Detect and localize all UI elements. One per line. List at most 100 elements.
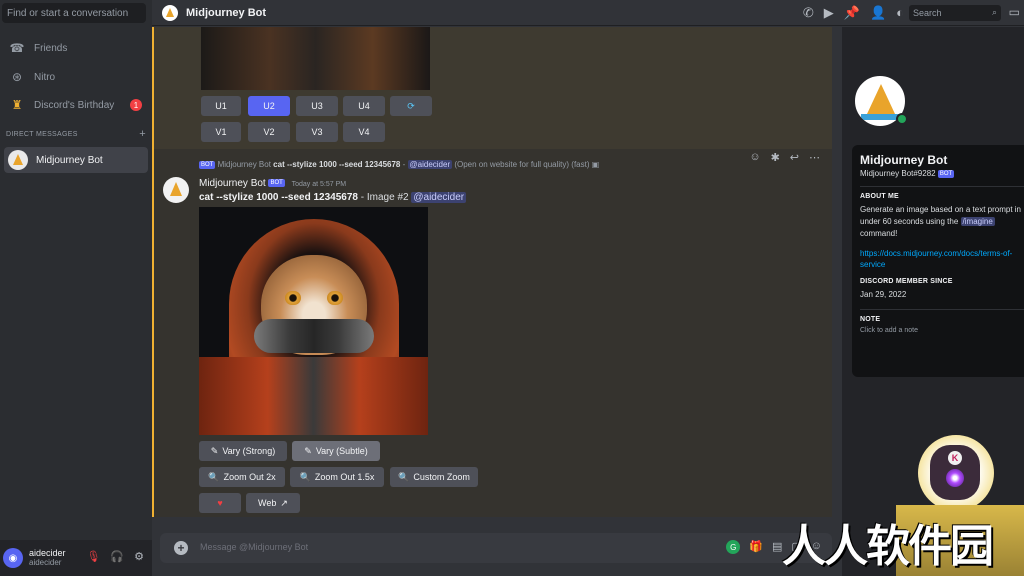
add-friend-icon[interactable]: 👤 bbox=[870, 5, 886, 21]
previous-message: U1 U2 U3 U4 ⟳ V1 V2 V3 V4 bbox=[152, 27, 832, 149]
variation-button-v4[interactable]: V4 bbox=[343, 122, 385, 142]
dm-header-label: DIRECT MESSAGES bbox=[6, 131, 78, 138]
user-panel: ◉ aidecider aidecider 🎙 🎧 ⚙ bbox=[0, 540, 152, 576]
find-conversation-input[interactable]: Find or start a conversation bbox=[2, 3, 146, 23]
reroll-icon[interactable]: ⟳ bbox=[390, 96, 432, 116]
sidebar-item-label: Nitro bbox=[34, 71, 56, 83]
variation-button-v1[interactable]: V1 bbox=[201, 122, 241, 142]
discord-app: Find or start a conversation ☎ Friends ⊛… bbox=[0, 0, 1024, 576]
sidebar-item-nitro[interactable]: ⊛ Nitro bbox=[4, 64, 148, 90]
button-label: Vary (Subtle) bbox=[315, 446, 368, 456]
robot-letter: K bbox=[948, 451, 962, 465]
friends-icon: ☎ bbox=[9, 41, 25, 55]
message-author[interactable]: Midjourney Bot bbox=[199, 178, 266, 189]
avatar bbox=[162, 4, 178, 21]
notification-badge: 1 bbox=[130, 99, 142, 111]
message-list[interactable]: U1 U2 U3 U4 ⟳ V1 V2 V3 V4 ☺ ✱ ↩ ⋯ BOT Mi… bbox=[152, 27, 832, 517]
about-me-text: Generate an image based on a text prompt… bbox=[860, 204, 1024, 240]
settings-gear-icon[interactable]: ⚙ bbox=[134, 550, 144, 563]
about-text-line: command! bbox=[860, 229, 898, 238]
profile-card: Midjourney Bot Midjourney Bot#9282 BOT A… bbox=[852, 145, 1024, 377]
reply-dash: - bbox=[402, 160, 406, 169]
birthday-icon: ♜ bbox=[11, 98, 23, 112]
search-input[interactable]: Search ⌕ bbox=[909, 5, 1001, 21]
sidebar-item-label: Discord's Birthday bbox=[34, 99, 115, 111]
user-mention[interactable]: @aidecider bbox=[411, 192, 467, 203]
user-profile-icon[interactable]: ◐ bbox=[896, 5, 904, 21]
image-eye bbox=[327, 291, 343, 305]
avatar bbox=[8, 150, 28, 170]
sidebar-item-friends[interactable]: ☎ Friends bbox=[4, 35, 148, 61]
note-input[interactable]: Click to add a note bbox=[860, 327, 1024, 334]
external-link-icon: ↗ bbox=[280, 497, 288, 508]
magnifier-icon: 🔍 bbox=[299, 471, 311, 482]
favorite-heart-button[interactable]: ♥ bbox=[199, 493, 241, 513]
apps-icon[interactable]: ✱ bbox=[771, 151, 780, 164]
user-handle: aidecider bbox=[29, 558, 62, 567]
custom-zoom-button[interactable]: 🔍 Custom Zoom bbox=[390, 467, 478, 487]
vary-subtle-button[interactable]: ✎ Vary (Subtle) bbox=[292, 441, 380, 461]
gift-icon[interactable]: 🎁 bbox=[749, 540, 763, 554]
more-options-icon[interactable]: ⋯ bbox=[809, 151, 820, 164]
button-label: Zoom Out 1.5x bbox=[314, 472, 375, 482]
dm-item-midjourney-bot[interactable]: Midjourney Bot bbox=[4, 147, 148, 173]
bot-tag: BOT bbox=[937, 169, 955, 178]
reply-icon[interactable]: ↩ bbox=[790, 151, 799, 164]
zoom-out-1-5x-button[interactable]: 🔍 Zoom Out 1.5x bbox=[290, 467, 384, 487]
message-header: Midjourney Bot BOT Today at 5:57 PM bbox=[199, 178, 346, 189]
upscale-button-u1[interactable]: U1 bbox=[201, 96, 241, 116]
avatar[interactable] bbox=[163, 177, 189, 203]
page-title: Midjourney Bot bbox=[186, 6, 267, 19]
grammarly-icon[interactable]: G bbox=[726, 540, 741, 554]
web-link-button[interactable]: Web ↗ bbox=[246, 493, 300, 513]
magnifier-icon: 🔍 bbox=[398, 471, 410, 482]
image-icon: ▣ bbox=[591, 160, 600, 169]
divider bbox=[860, 186, 1024, 187]
reply-mention[interactable]: @aidecider bbox=[407, 160, 453, 169]
generated-image[interactable] bbox=[199, 207, 428, 435]
variation-button-v2[interactable]: V2 bbox=[248, 122, 290, 142]
header-toolbar: ✆ ▶ 📌 👤 ◐ bbox=[803, 5, 904, 21]
image-eye bbox=[285, 291, 301, 305]
divider bbox=[860, 309, 1024, 310]
message-composer: + Message @Midjourney Bot G 🎁 ▤ ▢ ☺ bbox=[160, 533, 832, 563]
button-label: Web bbox=[258, 498, 277, 508]
generated-image-grid[interactable] bbox=[201, 27, 430, 90]
variation-button-v3[interactable]: V3 bbox=[296, 122, 338, 142]
mute-icon[interactable]: 🎙 bbox=[86, 550, 100, 563]
vary-strong-button[interactable]: ✎ Vary (Strong) bbox=[199, 441, 287, 461]
profile-tag-row: Midjourney Bot#9282 BOT bbox=[860, 169, 1024, 178]
inbox-icon[interactable]: ▭ bbox=[1009, 5, 1020, 19]
magnifier-icon: 🔍 bbox=[208, 471, 220, 482]
message-input[interactable]: Message @Midjourney Bot bbox=[200, 542, 308, 552]
note-heading: NOTE bbox=[860, 316, 881, 323]
bot-tag: BOT bbox=[199, 160, 216, 169]
button-label: Custom Zoom bbox=[413, 472, 470, 482]
discord-logo-icon[interactable]: ◉ bbox=[3, 548, 23, 568]
video-call-icon[interactable]: ▶ bbox=[824, 5, 834, 21]
headphones-icon[interactable]: 🎧 bbox=[110, 550, 124, 563]
upscale-button-u2[interactable]: U2 bbox=[248, 96, 290, 116]
sidebar-item-birthday[interactable]: ♜ Discord's Birthday 1 bbox=[4, 92, 148, 118]
reply-reference[interactable]: BOT Midjourney Bot cat --stylize 1000 --… bbox=[199, 160, 599, 169]
sidebar-item-label: Friends bbox=[34, 42, 68, 54]
imagine-command[interactable]: /imagine bbox=[960, 217, 995, 226]
gif-icon[interactable]: ▤ bbox=[772, 540, 782, 554]
message-prompt: cat --stylize 1000 --seed 12345678 bbox=[199, 192, 358, 203]
bot-tag: BOT bbox=[268, 179, 285, 188]
upscale-button-u4[interactable]: U4 bbox=[343, 96, 385, 116]
upscale-button-u3[interactable]: U3 bbox=[296, 96, 338, 116]
add-attachment-icon[interactable]: + bbox=[174, 541, 188, 555]
pin-icon[interactable]: 📌 bbox=[844, 5, 860, 21]
nitro-icon: ⊛ bbox=[11, 70, 23, 84]
terms-link[interactable]: https://docs.midjourney.com/docs/terms-o… bbox=[860, 248, 1024, 270]
message-timestamp: Today at 5:57 PM bbox=[291, 181, 347, 188]
voice-call-icon[interactable]: ✆ bbox=[803, 5, 814, 21]
add-dm-button[interactable]: + bbox=[139, 128, 146, 140]
zoom-out-2x-button[interactable]: 🔍 Zoom Out 2x bbox=[199, 467, 285, 487]
heart-icon: ♥ bbox=[217, 498, 223, 508]
profile-tag: Midjourney Bot#9282 bbox=[860, 169, 936, 178]
image-gas-mask bbox=[254, 319, 374, 353]
add-reaction-icon[interactable]: ☺ bbox=[749, 151, 760, 164]
channel-header: Midjourney Bot ✆ ▶ 📌 👤 ◐ Search ⌕ ▭ bbox=[152, 0, 1024, 26]
